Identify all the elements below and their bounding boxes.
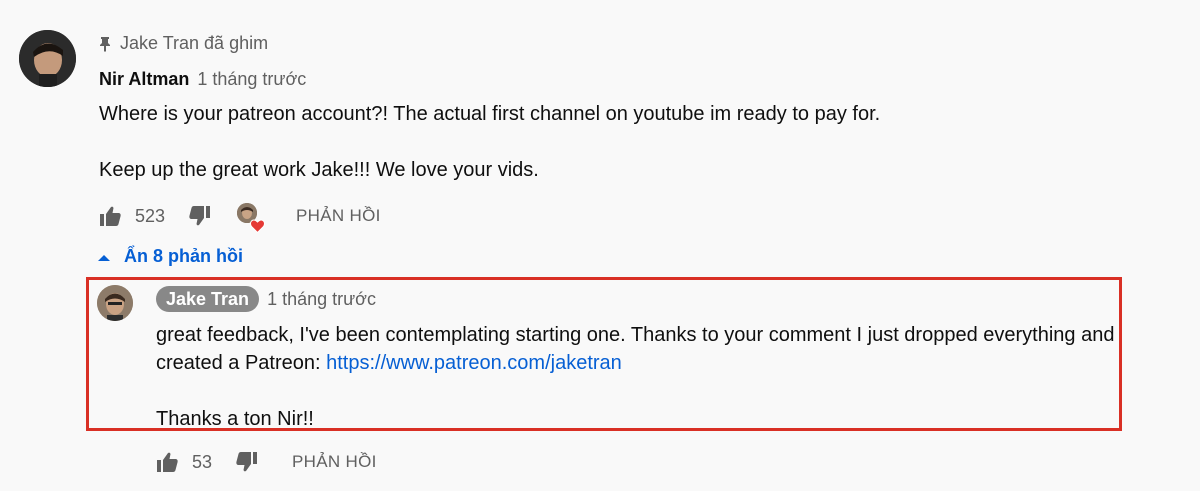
comment-header: Nir Altman 1 tháng trước bbox=[99, 68, 306, 90]
comment-timestamp[interactable]: 1 tháng trước bbox=[197, 68, 306, 90]
pinned-text: Jake Tran đã ghim bbox=[120, 33, 269, 53]
reply-timestamp[interactable]: 1 tháng trước bbox=[267, 289, 376, 310]
comment-line-1: Where is your patreon account?! The actu… bbox=[99, 103, 881, 125]
reply-button[interactable]: PHẢN HỒI bbox=[296, 206, 381, 226]
reply-author-avatar[interactable] bbox=[97, 285, 133, 321]
like-count: 523 bbox=[135, 205, 166, 226]
reply-line-2: created a Patreon: https://www.patreon.c… bbox=[156, 349, 1116, 377]
thumbs-down-icon[interactable] bbox=[187, 204, 211, 228]
creator-heart-badge bbox=[237, 203, 266, 234]
reply-line-1: great feedback, I've been contemplating … bbox=[156, 324, 1115, 346]
thumbs-up-icon[interactable] bbox=[156, 450, 180, 474]
hide-replies-toggle[interactable]: Ẩn 8 phản hồi bbox=[98, 246, 243, 267]
reply-line-3: Thanks a ton Nir!! bbox=[156, 408, 314, 430]
hide-replies-label: Ẩn 8 phản hồi bbox=[124, 246, 243, 266]
reply-line-2-text: created a Patreon: bbox=[156, 352, 327, 374]
comments-section: Jake Tran đã ghim Nir Altman 1 tháng trư… bbox=[0, 0, 1200, 491]
reply-actions: 53 PHẢN HỒI bbox=[156, 450, 377, 474]
comment-body: Where is your patreon account?! The actu… bbox=[99, 100, 880, 184]
reply-like-count: 53 bbox=[192, 451, 213, 472]
reply-header: Jake Tran 1 tháng trước bbox=[156, 286, 376, 312]
heart-icon bbox=[250, 217, 266, 234]
thumbs-down-icon[interactable] bbox=[234, 450, 258, 474]
pin-icon bbox=[98, 35, 112, 52]
pinned-label: Jake Tran đã ghim bbox=[98, 32, 268, 54]
comment-actions: 523 PHẢN HỒI bbox=[99, 203, 381, 234]
caret-up-icon bbox=[98, 246, 110, 267]
comment-author[interactable]: Nir Altman bbox=[99, 68, 189, 90]
commenter-avatar[interactable] bbox=[19, 30, 76, 87]
thumbs-up-icon[interactable] bbox=[99, 204, 123, 228]
channel-owner-badge[interactable]: Jake Tran bbox=[156, 286, 260, 312]
patreon-link[interactable]: https://www.patreon.com/jaketran bbox=[326, 352, 622, 374]
comment-line-2: Keep up the great work Jake!!! We love y… bbox=[99, 159, 539, 181]
reply-to-reply-button[interactable]: PHẢN HỒI bbox=[292, 452, 377, 472]
reply-body: great feedback, I've been contemplating … bbox=[156, 321, 1116, 433]
